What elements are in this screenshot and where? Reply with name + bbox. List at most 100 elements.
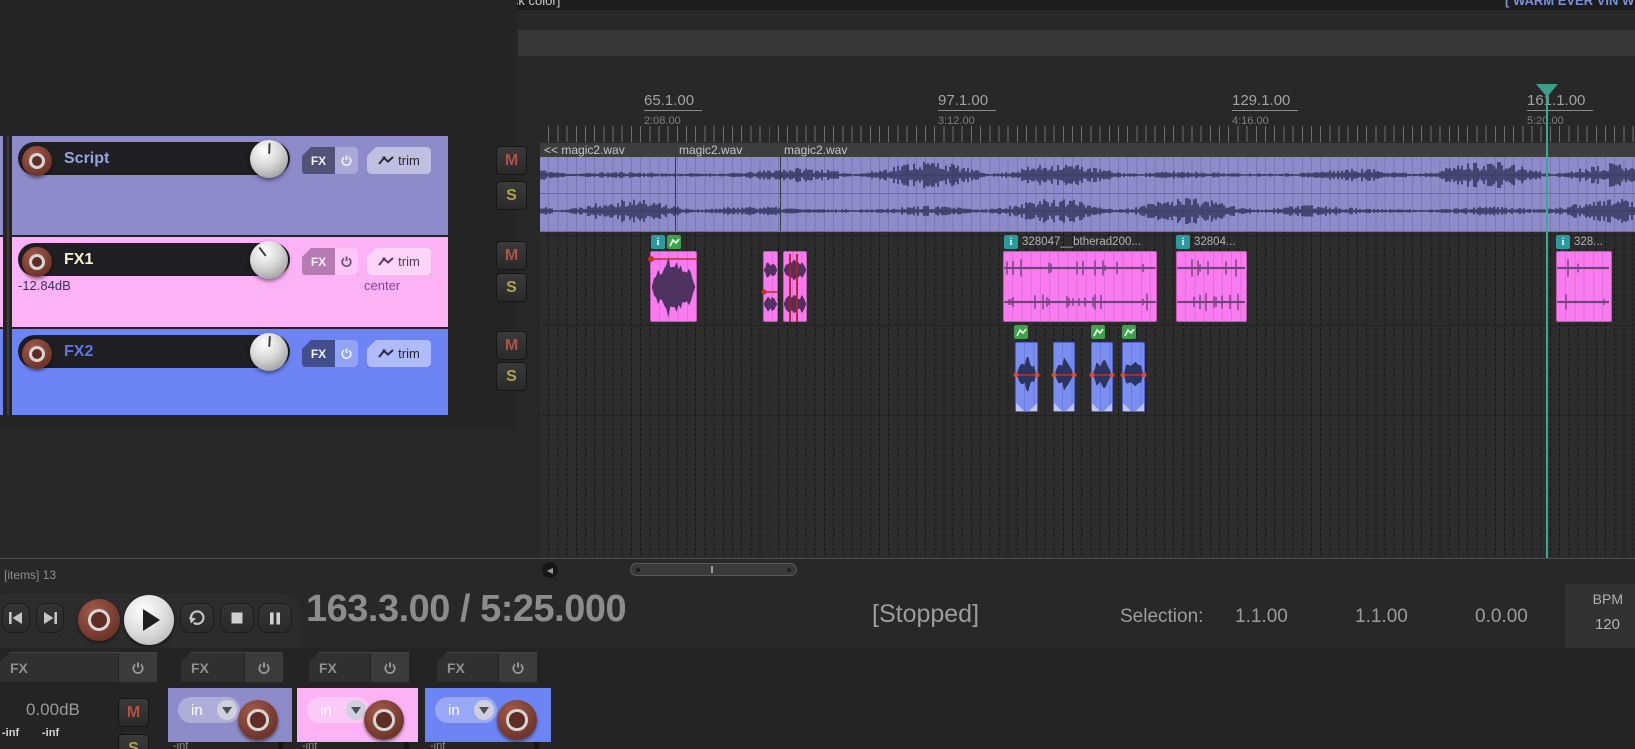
item-info-badge[interactable]: i [1004,235,1018,249]
track2-record-arm-button[interactable] [22,247,52,277]
track1-record-arm-button[interactable] [22,146,52,176]
mixer-fx-strip-master[interactable]: FX [0,652,157,682]
fx-power-button[interactable] [118,653,157,682]
item-envelope-badge[interactable] [1122,325,1136,339]
playhead-marker-icon[interactable] [1536,84,1558,97]
fader-handle[interactable] [278,742,283,749]
track2-header[interactable]: FX1 FX trim -12.84dB center [12,237,448,327]
track3-mute-button[interactable]: M [496,331,527,360]
item-envelope-badge[interactable] [1091,325,1105,339]
mixer-fx-strip-1[interactable]: FX [181,652,283,682]
fx1-item-2[interactable] [763,251,778,322]
track2-name: FX1 [64,250,94,268]
track3-header[interactable]: FX2 FX trim [12,329,448,415]
fx1-item-6[interactable] [1556,251,1612,322]
track1-trim-button[interactable]: trim [367,147,431,174]
track1-volume-knob[interactable] [250,140,288,178]
track3-trim-button[interactable]: trim [367,340,431,367]
track2-fx-power-icon[interactable] [335,248,358,275]
horizontal-scrollbar[interactable] [630,563,797,576]
horizontal-separator [0,558,1635,559]
master-volume-readout[interactable]: 0.00dB [26,700,80,720]
fx1-item-1[interactable] [650,251,697,322]
fx2-item-3[interactable] [1091,342,1113,412]
mixer-strip-fx1[interactable]: in [297,688,418,742]
selection-end-value[interactable]: 1.1.00 [1355,606,1408,628]
item-envelope-badge[interactable] [1014,325,1028,339]
track2-pan-readout[interactable]: center [364,278,400,293]
track1-fx-button[interactable]: FX [302,147,358,174]
audio-item-magic2[interactable] [540,157,1635,232]
track1-fx-power-icon[interactable] [335,147,358,174]
selection-start-value[interactable]: 1.1.00 [1235,606,1288,628]
selection-label: Selection: [1120,606,1204,627]
input-selector[interactable]: in [307,697,369,723]
selection-length-value[interactable]: 0.0.00 [1475,606,1528,628]
go-to-end-button[interactable] [36,603,64,633]
master-mute-button[interactable]: M [118,698,149,727]
fx-power-button[interactable] [498,653,537,682]
input-label: in [448,701,460,719]
input-dropdown-icon[interactable] [346,700,366,720]
strip-record-arm-button[interactable] [238,700,278,740]
bpm-value[interactable]: 120 [1595,616,1620,633]
pause-button[interactable] [258,603,292,633]
repeat-button[interactable] [180,603,214,633]
fx2-item-2[interactable] [1053,342,1075,412]
track3-volume-knob[interactable] [250,333,288,371]
track3-color-strip [0,329,3,415]
bpm-box[interactable]: BPM 120 [1565,584,1635,648]
mixer-strip-script[interactable]: in [168,688,292,742]
arrange-top-band [518,30,1635,56]
record-button[interactable] [78,599,120,641]
input-selector[interactable]: in [435,697,497,723]
mixer-fx-strip-3[interactable]: FX [437,652,537,682]
play-button[interactable] [124,595,174,645]
track3-fx-button[interactable]: FX [302,340,358,367]
input-dropdown-icon[interactable] [474,700,494,720]
track1-mute-button[interactable]: M [496,146,527,175]
master-meter-right: -inf [42,727,60,739]
track3-record-arm-button[interactable] [22,339,52,369]
master-solo-button[interactable]: S [118,734,149,749]
track2-solo-button[interactable]: S [496,273,527,302]
go-to-start-button[interactable] [2,603,30,633]
scrollbar-thumb[interactable] [711,566,713,573]
fx1-item-3[interactable] [783,251,807,322]
fx2-item-4[interactable] [1122,342,1145,412]
track2-trim-button[interactable]: trim [367,248,431,275]
track2-fx-button[interactable]: FX [302,248,358,275]
media-item-label: magic2.wav [784,143,848,157]
fader-handle[interactable] [404,742,409,749]
fx2-item-1[interactable] [1015,342,1038,412]
mixer-fx-strip-2[interactable]: FX [309,652,409,682]
item-info-badge[interactable]: i [1556,235,1570,249]
item-info-badge[interactable]: i [1176,235,1190,249]
strip-record-arm-button[interactable] [497,700,537,740]
item-envelope-badge[interactable] [667,235,681,249]
stop-button[interactable] [220,603,254,633]
mixer-strip-fx2[interactable]: in [425,688,551,742]
media-item-label: << magic2.wav [544,143,625,157]
fx1-item-4[interactable] [1003,251,1157,322]
fx-strip-label: FX [10,659,28,676]
fx-power-button[interactable] [244,653,283,682]
track2-volume-readout[interactable]: -12.84dB [18,278,71,293]
input-selector[interactable]: in [178,697,240,723]
track2-mute-button[interactable]: M [496,241,527,270]
track1-header[interactable]: Script FX trim [12,136,448,235]
fx-power-button[interactable] [370,653,409,682]
transport-position-display[interactable]: 163.3.00 / 5:25.000 [306,588,627,631]
track3-fx-power-icon[interactable] [335,340,358,367]
playhead-line[interactable] [1546,84,1548,558]
envelope-icon [378,156,394,165]
track2-volume-knob[interactable] [250,241,288,279]
fader-handle[interactable] [534,742,539,749]
track1-solo-button[interactable]: S [496,181,527,210]
fx1-item-5[interactable] [1176,251,1247,322]
strip-record-arm-button[interactable] [364,700,404,740]
item-info-badge[interactable]: i [651,235,665,249]
track3-solo-button[interactable]: S [496,362,527,391]
scroll-left-button[interactable]: ◀ [542,562,558,578]
input-dropdown-icon[interactable] [217,700,237,720]
